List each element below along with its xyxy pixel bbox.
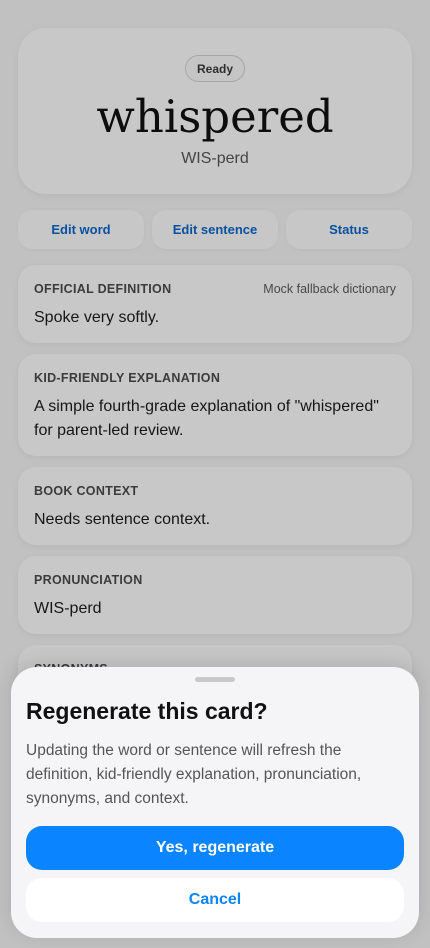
sheet-message: Updating the word or sentence will refre…	[26, 742, 362, 807]
regenerate-sheet: Regenerate this card? Updating the word …	[11, 667, 419, 938]
cancel-button[interactable]: Cancel	[26, 878, 404, 922]
sheet-title: Regenerate this card?	[26, 698, 268, 724]
sheet-grabber[interactable]	[195, 677, 235, 682]
word-card-screen: Ready whispered WIS-perd Edit word Edit …	[0, 0, 430, 948]
confirm-regenerate-button[interactable]: Yes, regenerate	[26, 826, 404, 870]
